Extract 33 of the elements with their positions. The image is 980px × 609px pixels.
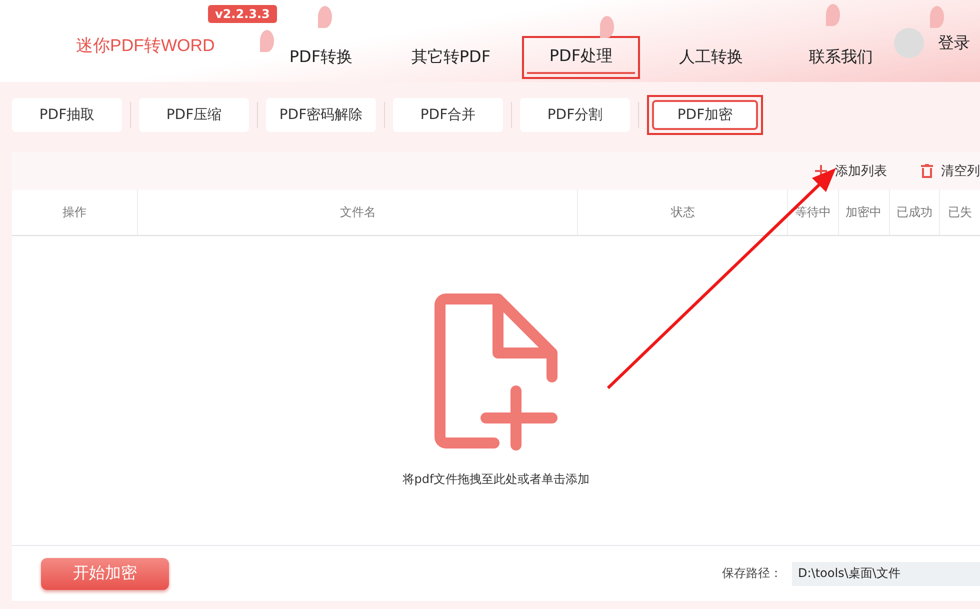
trash-icon (921, 164, 933, 178)
nav-tab[interactable]: PDF处理 (527, 40, 635, 74)
petal-decoration (826, 4, 840, 26)
petal-decoration (930, 6, 944, 28)
petal-decoration (260, 30, 274, 52)
nav-tab[interactable]: 其它转PDF (389, 42, 513, 72)
nav-tab[interactable]: 人工转换 (657, 42, 765, 72)
column-header: 状态 (577, 190, 788, 235)
nav-tab[interactable]: PDF转换 (267, 42, 375, 72)
add-file-icon[interactable] (434, 293, 558, 451)
tool-tab[interactable]: PDF压缩 (139, 98, 249, 132)
tool-tab[interactable]: PDF密码解除 (266, 98, 376, 132)
tool-tab[interactable]: PDF分割 (520, 98, 630, 132)
column-header: 文件名 (137, 190, 578, 235)
petal-decoration (600, 16, 614, 38)
add-list-button[interactable]: 添加列表 (815, 162, 887, 180)
clear-list-button[interactable]: 清空列 (921, 162, 980, 180)
save-path-label: 保存路径： (722, 565, 782, 582)
petal-decoration (318, 6, 332, 28)
login-link[interactable]: 登录 (938, 32, 970, 54)
column-header: 操作 (62, 204, 88, 221)
column-header: 已成功 (888, 190, 940, 235)
nav-tab[interactable]: 联系我们 (787, 42, 895, 72)
tool-tab[interactable]: PDF加密 (652, 100, 758, 130)
app-name: 迷你PDF转WORD (76, 35, 215, 57)
column-header: 已失 (939, 190, 980, 235)
column-header: 加密中 (838, 190, 889, 235)
tool-tab[interactable]: PDF合并 (393, 98, 503, 132)
save-path-field[interactable]: D:\tools\桌面\文件 (792, 562, 980, 586)
drop-hint: 将pdf文件拖拽至此处或者单击添加 (402, 471, 590, 488)
plus-icon (815, 165, 827, 177)
tool-tab[interactable]: PDF抽取 (12, 98, 122, 132)
version-label: v2.2.3.3 (208, 5, 277, 23)
